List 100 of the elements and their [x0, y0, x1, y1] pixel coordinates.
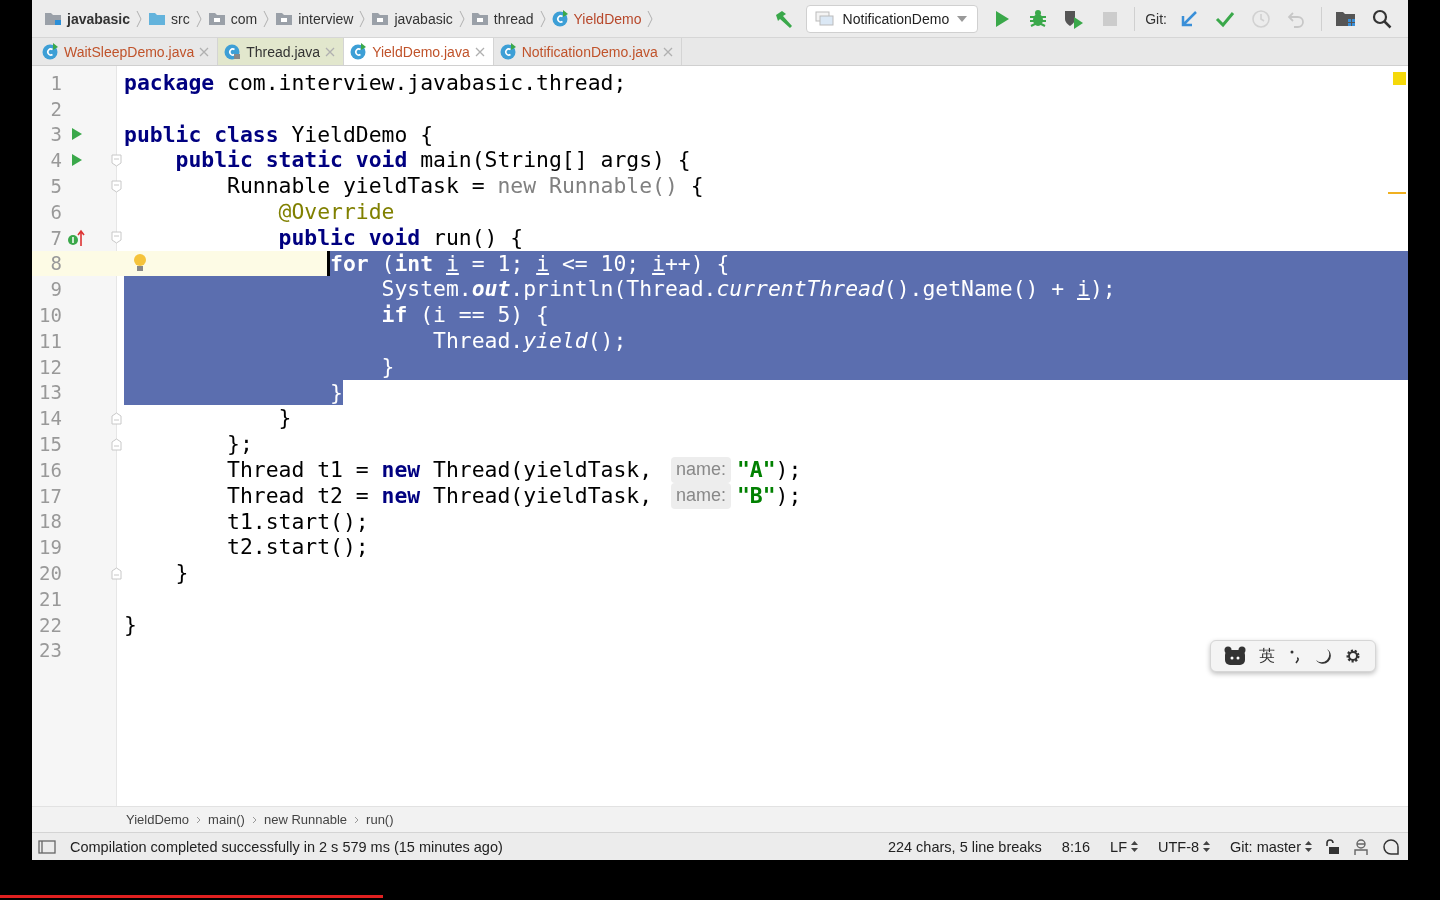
breadcrumb[interactable]: YieldDemo [124, 812, 192, 827]
code-token: ( [380, 250, 395, 277]
code-token: run() { [432, 224, 524, 251]
class-icon [350, 43, 368, 60]
code-token: ); [775, 456, 802, 483]
code-token: public void [277, 224, 421, 251]
line-number: 19 [38, 536, 62, 559]
folder-icon [207, 11, 226, 26]
event-log-icon[interactable] [1382, 837, 1400, 856]
chevron-icon [195, 9, 202, 28]
chevron-icon [263, 9, 270, 28]
class-icon [499, 43, 517, 60]
code-token: t1.start(); [226, 508, 369, 535]
line-number: 13 [38, 381, 62, 404]
close-icon[interactable] [325, 46, 336, 57]
nav-bar-item[interactable]: interview [298, 10, 354, 27]
code-token: } [329, 379, 343, 406]
code-token: ); [1089, 276, 1116, 303]
close-icon[interactable] [199, 46, 210, 57]
status-item[interactable]: LF [1110, 838, 1127, 855]
tool-window-toggle-icon[interactable] [38, 839, 56, 854]
nav-bar-item[interactable]: com [230, 10, 258, 27]
fold-icon[interactable] [111, 231, 122, 245]
scrollbar-marker[interactable] [1388, 192, 1406, 194]
parameter-hint: name: [670, 456, 731, 483]
status-item: 224 chars, 5 line breaks [887, 838, 1042, 855]
code-token: int [394, 250, 435, 277]
lightbulb-icon[interactable] [132, 252, 148, 273]
status-item[interactable]: UTF-8 [1158, 838, 1200, 855]
line-number: 3 [49, 123, 62, 146]
class-icon [42, 43, 59, 60]
breadcrumb[interactable]: run() [364, 812, 396, 827]
fold-icon[interactable] [111, 179, 122, 193]
tab-label: WaitSleepDemo.java [64, 43, 195, 60]
tab-label: NotificationDemo.java [521, 43, 658, 60]
text-caret [327, 250, 331, 277]
code-token: "A" [736, 456, 776, 483]
moon-icon[interactable] [1314, 648, 1331, 664]
run-icon[interactable] [71, 127, 83, 142]
breadcrumb[interactable]: new Runnable [261, 812, 350, 827]
folder-icon [371, 11, 390, 26]
nav-bar-item[interactable]: YieldDemo [573, 10, 642, 27]
line-number: 21 [38, 587, 62, 610]
line-number: 2 [49, 97, 62, 120]
code-token: "B" [736, 482, 776, 509]
line-number: 22 [38, 613, 62, 636]
code-token: } [380, 353, 395, 380]
inspector-icon[interactable] [1352, 837, 1370, 856]
nav-bar-item[interactable]: javabasic [394, 10, 453, 27]
code-token: Thread t1 = [226, 456, 370, 483]
nav-bar-item[interactable]: src [171, 10, 190, 27]
code-token: com.interview.javabasic.thread; [226, 70, 627, 96]
code-token: Thread(yieldTask, [432, 482, 654, 509]
up-down-arrows-icon [1203, 841, 1211, 852]
code-token: Thread t2 = [226, 482, 370, 509]
line-number: 11 [38, 329, 62, 352]
chevron-icon [539, 9, 546, 28]
close-icon[interactable] [662, 46, 673, 57]
warning-marker[interactable] [1393, 72, 1406, 85]
code-token: ); [775, 482, 802, 509]
close-icon[interactable] [474, 46, 485, 57]
fold-icon[interactable] [111, 437, 122, 451]
code-token: public static void [174, 147, 408, 174]
nav-bar-item[interactable]: javabasic [67, 10, 131, 27]
code-token: currentThread [716, 276, 884, 303]
breadcrumb[interactable]: main() [206, 812, 247, 827]
run-configuration-dropdown[interactable]: NotificationDemo [805, 4, 979, 33]
language-toggle[interactable]: 英 [1259, 645, 1276, 667]
line-number: 7 [49, 226, 62, 249]
editor-tab[interactable]: YieldDemo.java [344, 38, 494, 65]
bear-logo-icon[interactable] [1223, 646, 1246, 666]
run-icon[interactable] [71, 153, 83, 168]
code-token: Thread. [432, 327, 524, 354]
line-number: 12 [38, 355, 62, 378]
status-item: 8:16 [1061, 838, 1091, 855]
override-icon[interactable] [67, 228, 87, 247]
status-item[interactable]: Git: master [1230, 838, 1301, 855]
line-number: 5 [49, 175, 62, 198]
editor-tab[interactable]: Thread.java [218, 38, 345, 65]
line-number: 20 [38, 562, 62, 585]
nav-bar-item[interactable]: thread [493, 10, 534, 27]
window-icon [814, 10, 835, 27]
line-number: 18 [38, 510, 62, 533]
code-token: ++) { [664, 250, 730, 277]
module-folder-icon [44, 11, 62, 26]
parameter-hint: name: [670, 482, 731, 509]
caret-icon [957, 15, 968, 22]
code-token: System. [380, 276, 472, 303]
fold-icon[interactable] [111, 153, 122, 167]
fold-icon[interactable] [111, 411, 122, 425]
code-token: }; [226, 431, 253, 457]
code-token: if [380, 302, 408, 328]
vcs-label: Git: [1145, 10, 1167, 27]
lock-icon[interactable] [1324, 838, 1340, 855]
punctuation-icon[interactable] [1289, 648, 1301, 664]
clock-icon [1251, 8, 1271, 29]
fold-icon[interactable] [111, 566, 122, 580]
line-number: 4 [49, 149, 62, 172]
line-number: 16 [38, 458, 62, 481]
code-token: = 1; [470, 250, 525, 277]
